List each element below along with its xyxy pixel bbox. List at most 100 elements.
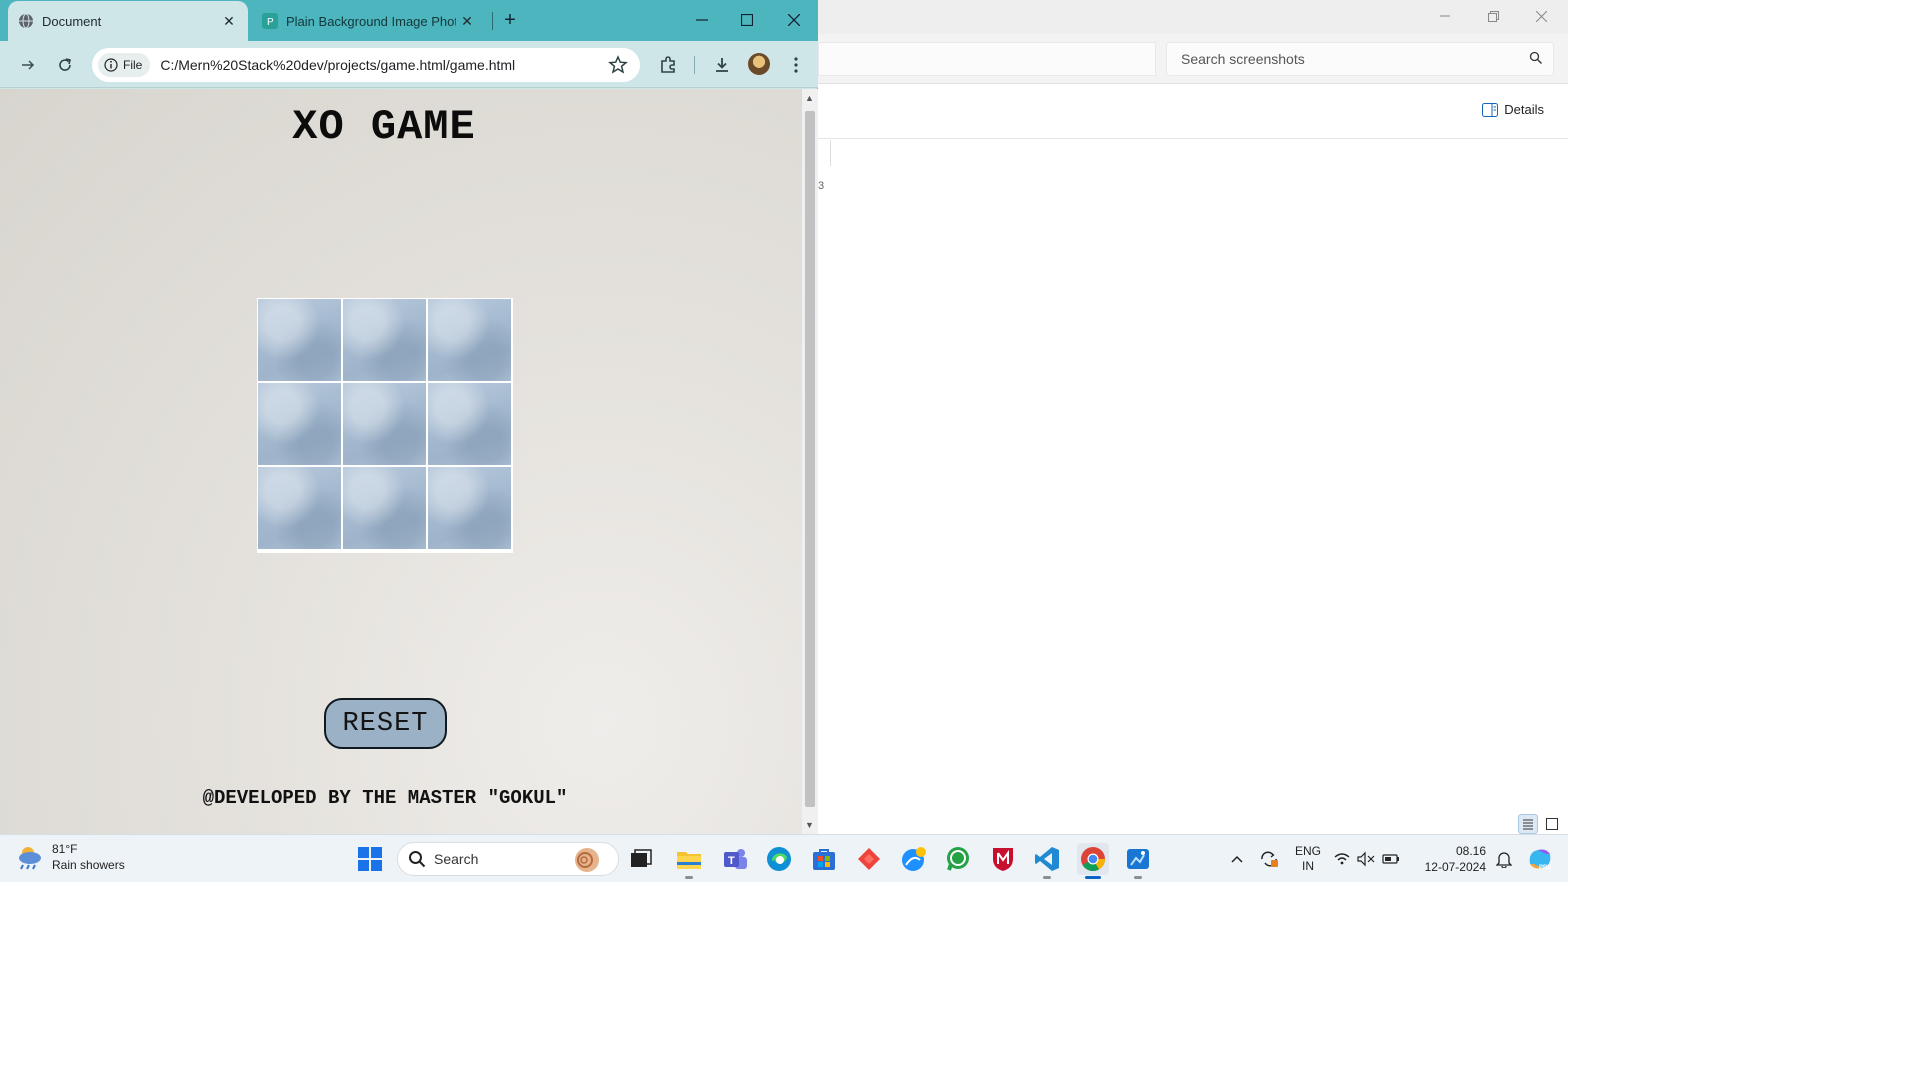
- close-tab-icon[interactable]: ✕: [220, 12, 238, 30]
- taskbar: 81°F Rain showers Search T ENG IN 08.16 …: [0, 834, 1568, 882]
- close-tab-icon[interactable]: ✕: [458, 12, 476, 30]
- clock[interactable]: 08.16 12-07-2024: [1418, 835, 1486, 883]
- file-explorer-taskbar-button[interactable]: [673, 843, 705, 879]
- details-view-button[interactable]: [1518, 814, 1538, 834]
- explorer-minimize-button[interactable]: [1422, 4, 1468, 28]
- svg-text:P: P: [267, 17, 274, 28]
- clock-date: 12-07-2024: [1424, 860, 1486, 874]
- restore-icon: [1487, 10, 1499, 22]
- vscode-taskbar-button[interactable]: [1031, 843, 1063, 879]
- board-cell[interactable]: [343, 383, 426, 465]
- board-cell[interactable]: [258, 467, 341, 549]
- explorer-content-area[interactable]: 3: [818, 140, 1568, 834]
- tab-separator: [492, 12, 493, 30]
- running-indicator: [1043, 876, 1051, 879]
- arrow-right-icon: [22, 60, 35, 70]
- page-scrollbar[interactable]: ▲ ▼: [802, 89, 818, 834]
- navigation-bar: File C:/Mern%20Stack%20dev/projects/game…: [0, 41, 818, 88]
- teams-taskbar-button[interactable]: T: [719, 843, 751, 875]
- bookmark-star-icon[interactable]: [608, 55, 628, 75]
- running-indicator: [1085, 876, 1101, 879]
- scroll-up-icon[interactable]: ▲: [805, 93, 814, 103]
- teams-icon: T: [724, 849, 747, 869]
- copilot-icon: PRE: [1529, 849, 1551, 871]
- chevron-up-icon: [1231, 855, 1243, 863]
- site-info-chip[interactable]: File: [98, 53, 151, 77]
- clock-time: 08.16: [1455, 844, 1486, 858]
- puzzle-icon: [661, 56, 675, 73]
- notifications-button[interactable]: [1492, 835, 1516, 883]
- tab-document[interactable]: Document ✕: [8, 1, 248, 41]
- tiles-view-button[interactable]: [1542, 814, 1562, 834]
- explorer-close-button[interactable]: [1518, 4, 1564, 28]
- language-indicator[interactable]: ENG IN: [1292, 835, 1324, 883]
- explorer-address-bar[interactable]: [818, 42, 1156, 76]
- nautilus-shell-icon: [575, 848, 599, 872]
- photos-taskbar-button[interactable]: [898, 843, 930, 875]
- tab-plain-background[interactable]: P Plain Background Image Photos ✕: [254, 1, 486, 41]
- chrome-icon: [1081, 847, 1105, 872]
- whatsapp-taskbar-button[interactable]: [942, 843, 974, 875]
- weather-condition: Rain showers: [52, 858, 125, 872]
- anydesk-icon: [858, 848, 880, 870]
- mcafee-taskbar-button[interactable]: [987, 843, 1019, 875]
- chrome-taskbar-button[interactable]: [1077, 843, 1109, 879]
- sync-icon: [1261, 851, 1278, 867]
- taskbar-search-box[interactable]: Search: [397, 842, 619, 876]
- info-icon: [104, 58, 118, 72]
- anydesk-taskbar-button[interactable]: [853, 843, 885, 875]
- new-tab-button[interactable]: +: [499, 9, 521, 31]
- edge-taskbar-button[interactable]: [763, 843, 795, 875]
- start-button[interactable]: [354, 843, 386, 875]
- board-cell[interactable]: [428, 467, 511, 549]
- explorer-titlebar: [818, 0, 1568, 34]
- close-icon: [1535, 10, 1547, 22]
- board-cell[interactable]: [428, 383, 511, 465]
- weather-widget[interactable]: 81°F Rain showers: [16, 841, 125, 873]
- paint-icon: [1127, 849, 1149, 869]
- globe-icon: [19, 13, 33, 29]
- show-hidden-icons-button[interactable]: [1226, 835, 1248, 883]
- board-cell[interactable]: [428, 299, 511, 381]
- downloads-button[interactable]: [708, 51, 736, 79]
- store-taskbar-button[interactable]: [808, 843, 840, 875]
- explorer-search-box[interactable]: Search screenshots: [1166, 42, 1554, 76]
- minimize-icon: [1440, 15, 1450, 17]
- windows-start-icon: [358, 847, 382, 871]
- reset-button[interactable]: RESET: [324, 698, 447, 749]
- vscode-icon: [1035, 847, 1059, 871]
- chrome-menu-button[interactable]: [782, 51, 810, 79]
- board-cell[interactable]: [343, 299, 426, 381]
- browser-close-button[interactable]: [774, 6, 814, 34]
- copilot-button[interactable]: PRE: [1522, 835, 1558, 883]
- explorer-toolbar: Search screenshots: [818, 34, 1568, 84]
- explorer-restore-button[interactable]: [1470, 4, 1516, 28]
- task-view-button[interactable]: [625, 843, 657, 875]
- scroll-down-icon[interactable]: ▼: [805, 820, 814, 830]
- board-cell[interactable]: [258, 299, 341, 381]
- board-cell[interactable]: [343, 467, 426, 549]
- sync-tray-icon[interactable]: [1256, 835, 1282, 883]
- scrollbar-thumb[interactable]: [805, 111, 815, 807]
- paint-taskbar-button[interactable]: [1122, 843, 1154, 879]
- extensions-button[interactable]: [654, 51, 682, 79]
- quick-settings-button[interactable]: [1332, 835, 1404, 883]
- browser-maximize-button[interactable]: [727, 6, 767, 34]
- column-divider[interactable]: [830, 140, 831, 166]
- profile-avatar[interactable]: [748, 53, 770, 75]
- running-indicator: [1134, 876, 1142, 879]
- weather-temp: 81°F: [52, 842, 78, 856]
- bell-settings-icon: [1496, 852, 1512, 868]
- address-bar[interactable]: File C:/Mern%20Stack%20dev/projects/game…: [92, 48, 640, 82]
- details-button[interactable]: Details: [1482, 102, 1544, 117]
- reload-button[interactable]: [51, 51, 79, 79]
- close-icon: [788, 14, 800, 26]
- partial-text: 3: [818, 180, 825, 192]
- forward-button[interactable]: [14, 51, 42, 79]
- browser-minimize-button[interactable]: [682, 6, 722, 34]
- game-board: [257, 298, 513, 553]
- board-cell[interactable]: [258, 383, 341, 465]
- file-explorer-window: Search screenshots Details 3: [818, 0, 1568, 834]
- language-code: ENG: [1294, 844, 1321, 858]
- url-text[interactable]: C:/Mern%20Stack%20dev/projects/game.html…: [160, 57, 515, 73]
